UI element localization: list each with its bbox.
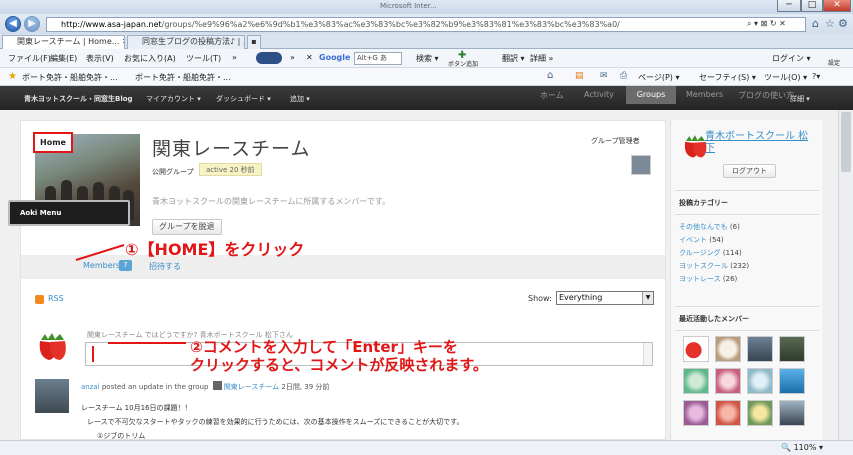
annotation-arrow-1 [75,244,125,261]
status-bar: 🔍 110% ▾ [0,440,853,455]
annotation-overlay [75,244,186,344]
annotation-step-2b: クリックすると、コメントが反映されます。 [190,356,488,374]
zoom-control[interactable]: 🔍 110% ▾ [781,443,823,452]
annotation-step-1: ①【HOME】をクリック [125,240,305,259]
